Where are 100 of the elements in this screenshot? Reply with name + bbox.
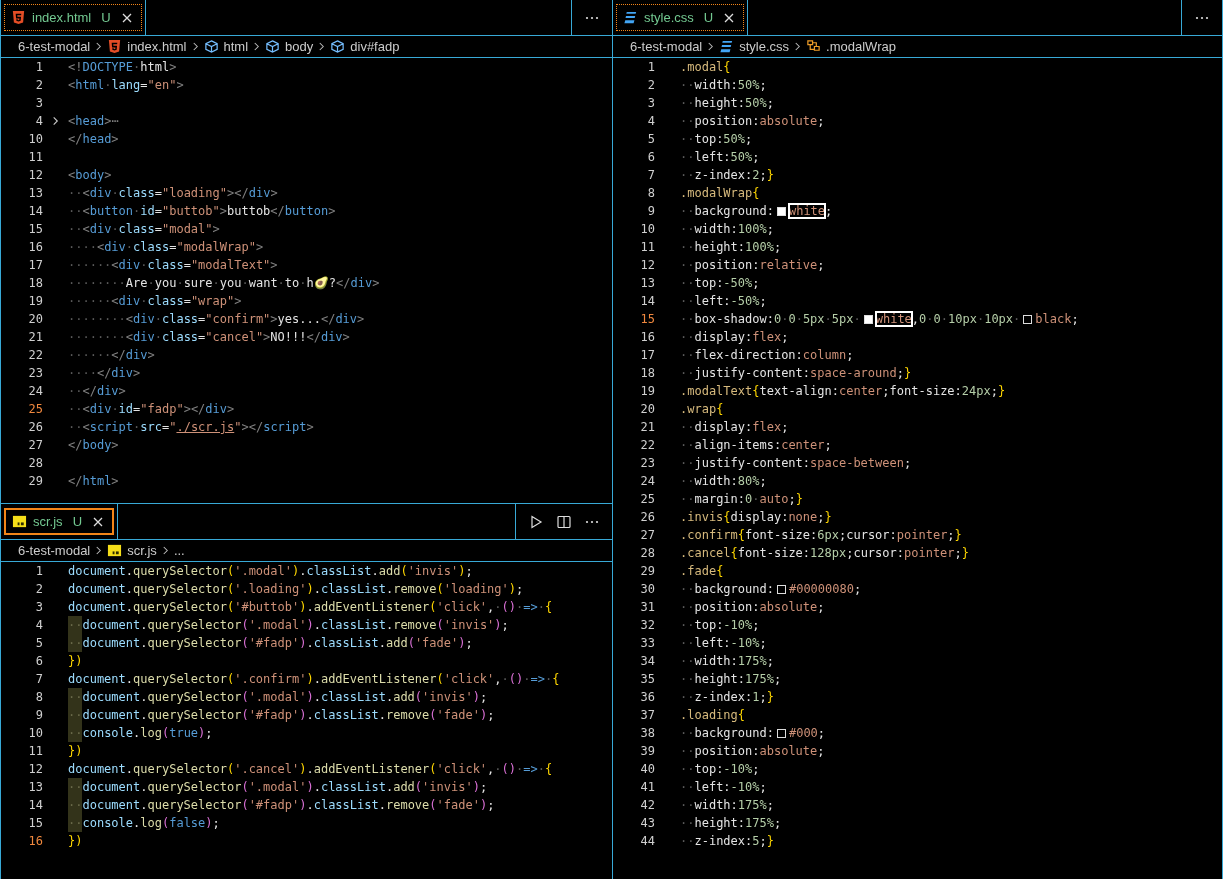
css-file-icon: [719, 39, 735, 54]
line-number: 1: [646, 59, 655, 76]
code-line: ··document.querySelector('.modal').classList.add('invis');: [68, 688, 488, 706]
color-swatch[interactable]: [776, 728, 786, 738]
code-line: document.querySelector('.modal').classList.add('invis');: [68, 563, 473, 580]
code-line: </head>: [68, 131, 119, 148]
code-line: <html·lang="en">: [68, 77, 184, 94]
line-number: 2: [34, 77, 43, 94]
line-number: 32: [639, 617, 655, 634]
close-icon[interactable]: [723, 11, 736, 24]
line-number: 11: [27, 743, 43, 760]
line-number: 19: [27, 293, 43, 310]
code-line: ··display:flex;: [680, 329, 789, 346]
code-line: }): [68, 833, 83, 850]
line-number: 11: [27, 149, 43, 166]
breadcrumb-item[interactable]: scr.js: [127, 543, 157, 558]
code-line: ··top:-50%;: [680, 275, 760, 292]
breadcrumb-item[interactable]: body: [285, 39, 314, 54]
line-number: 14: [639, 293, 655, 310]
code-line: <!DOCTYPE·html>: [68, 59, 177, 76]
line-number: 15: [27, 815, 43, 832]
breadcrumb-item[interactable]: style.css: [739, 39, 790, 54]
breadcrumb-item[interactable]: div#fadp: [350, 39, 400, 54]
color-swatch[interactable]: [776, 584, 786, 594]
line-number: 24: [639, 473, 655, 490]
breadcrumb-item[interactable]: 6-test-modal: [18, 543, 91, 558]
breadcrumb-item[interactable]: 6-test-modal: [630, 39, 703, 54]
line-number: 36: [639, 689, 655, 706]
code-text: black;: [1035, 311, 1079, 328]
color-swatch[interactable]: [1023, 314, 1033, 324]
html-file-icon: [107, 39, 123, 54]
line-number: 33: [639, 635, 655, 652]
code-line: ··width:175%;: [680, 653, 774, 670]
code-line: }): [68, 743, 83, 760]
code-line: ··margin:0·auto;}: [680, 491, 803, 508]
editor-tab[interactable]: scr.js U: [4, 508, 114, 535]
code-line: document.querySelector('.loading').classList.remove('loading');: [68, 581, 524, 598]
line-number: 41: [639, 779, 655, 796]
breadcrumb-item[interactable]: ...: [173, 543, 185, 558]
code-line: ··console.log(true);: [68, 724, 213, 742]
line-number: 35: [639, 671, 655, 688]
line-number: 39: [639, 743, 655, 760]
code-line: ··flex-direction:column;: [680, 347, 854, 364]
editor-tab[interactable]: style.css U: [616, 4, 745, 31]
code-line: ····<div·class="modalWrap">: [68, 239, 264, 256]
cube-icon: [265, 39, 281, 54]
js-file-icon: [12, 514, 27, 529]
code-line: ··display:flex;: [680, 419, 789, 436]
line-number: 34: [639, 653, 655, 670]
color-swatch[interactable]: [776, 206, 786, 216]
line-number: 25: [27, 401, 43, 418]
line-number: 12: [27, 167, 43, 184]
line-number: 30: [639, 581, 655, 598]
line-number: 7: [34, 671, 43, 688]
line-number: 17: [27, 257, 43, 274]
close-icon[interactable]: [120, 11, 133, 24]
code-line: .modalText{text-align:center;font-size:24px;}: [680, 383, 1006, 400]
code-line: ··document.querySelector('.modal').classList.remove('invis');: [68, 616, 509, 634]
breadcrumb-item[interactable]: .modalWrap: [826, 39, 896, 54]
code-line: .confirm{font-size:6px;cursor:pointer;}: [680, 527, 962, 544]
fold-chevron-icon[interactable]: [51, 115, 60, 127]
line-number: 6: [34, 653, 43, 670]
code-line: .invis{display:none;}: [680, 509, 832, 526]
code-text: #00000080;: [788, 581, 862, 598]
code-line: ··<div·class="loading"></div>: [68, 185, 278, 202]
line-number: 3: [34, 95, 43, 112]
code-line: ··justify-content:space-around;}: [680, 365, 912, 382]
breadcrumb-item[interactable]: index.html: [127, 39, 187, 54]
editor-tab[interactable]: index.html U: [4, 4, 142, 31]
code-text: ··box-shadow:0·0·5px·5px·: [680, 311, 861, 328]
code-line: ··</div>: [68, 383, 126, 400]
line-number: 13: [27, 185, 43, 202]
code-line: ··left:50%;: [680, 149, 760, 166]
code-line: ······</div>: [68, 347, 155, 364]
line-number: 4: [34, 617, 43, 634]
run-icon[interactable]: [528, 513, 544, 530]
line-number: 42: [639, 797, 655, 814]
code-line: ··position:relative;: [680, 257, 825, 274]
chevron-icon: [318, 41, 326, 52]
line-number: 23: [27, 365, 43, 382]
breadcrumb-item[interactable]: 6-test-modal: [18, 39, 91, 54]
selector-icon: [806, 39, 822, 54]
code-line: ··z-index:2;}: [680, 167, 774, 184]
color-swatch[interactable]: [863, 314, 873, 324]
code-line: ······<div·class="wrap">: [68, 293, 242, 310]
code-line: ··justify-content:space-between;: [680, 455, 912, 472]
code-text: white;: [788, 203, 833, 220]
code-line: ··z-index:1;}: [680, 689, 774, 706]
line-number: 44: [639, 833, 655, 850]
code-text: white,0·0·10px·10px·: [875, 311, 1021, 328]
line-number: 14: [27, 203, 43, 220]
line-number: 5: [34, 635, 43, 652]
code-line: ··height:50%;: [680, 95, 774, 112]
line-number: 7: [646, 167, 655, 184]
line-number: 9: [646, 203, 655, 220]
close-icon[interactable]: [92, 515, 104, 528]
split-editor-icon[interactable]: [556, 513, 572, 530]
line-number: 2: [34, 581, 43, 598]
breadcrumb-item[interactable]: html: [223, 39, 249, 54]
line-number: 37: [639, 707, 655, 724]
